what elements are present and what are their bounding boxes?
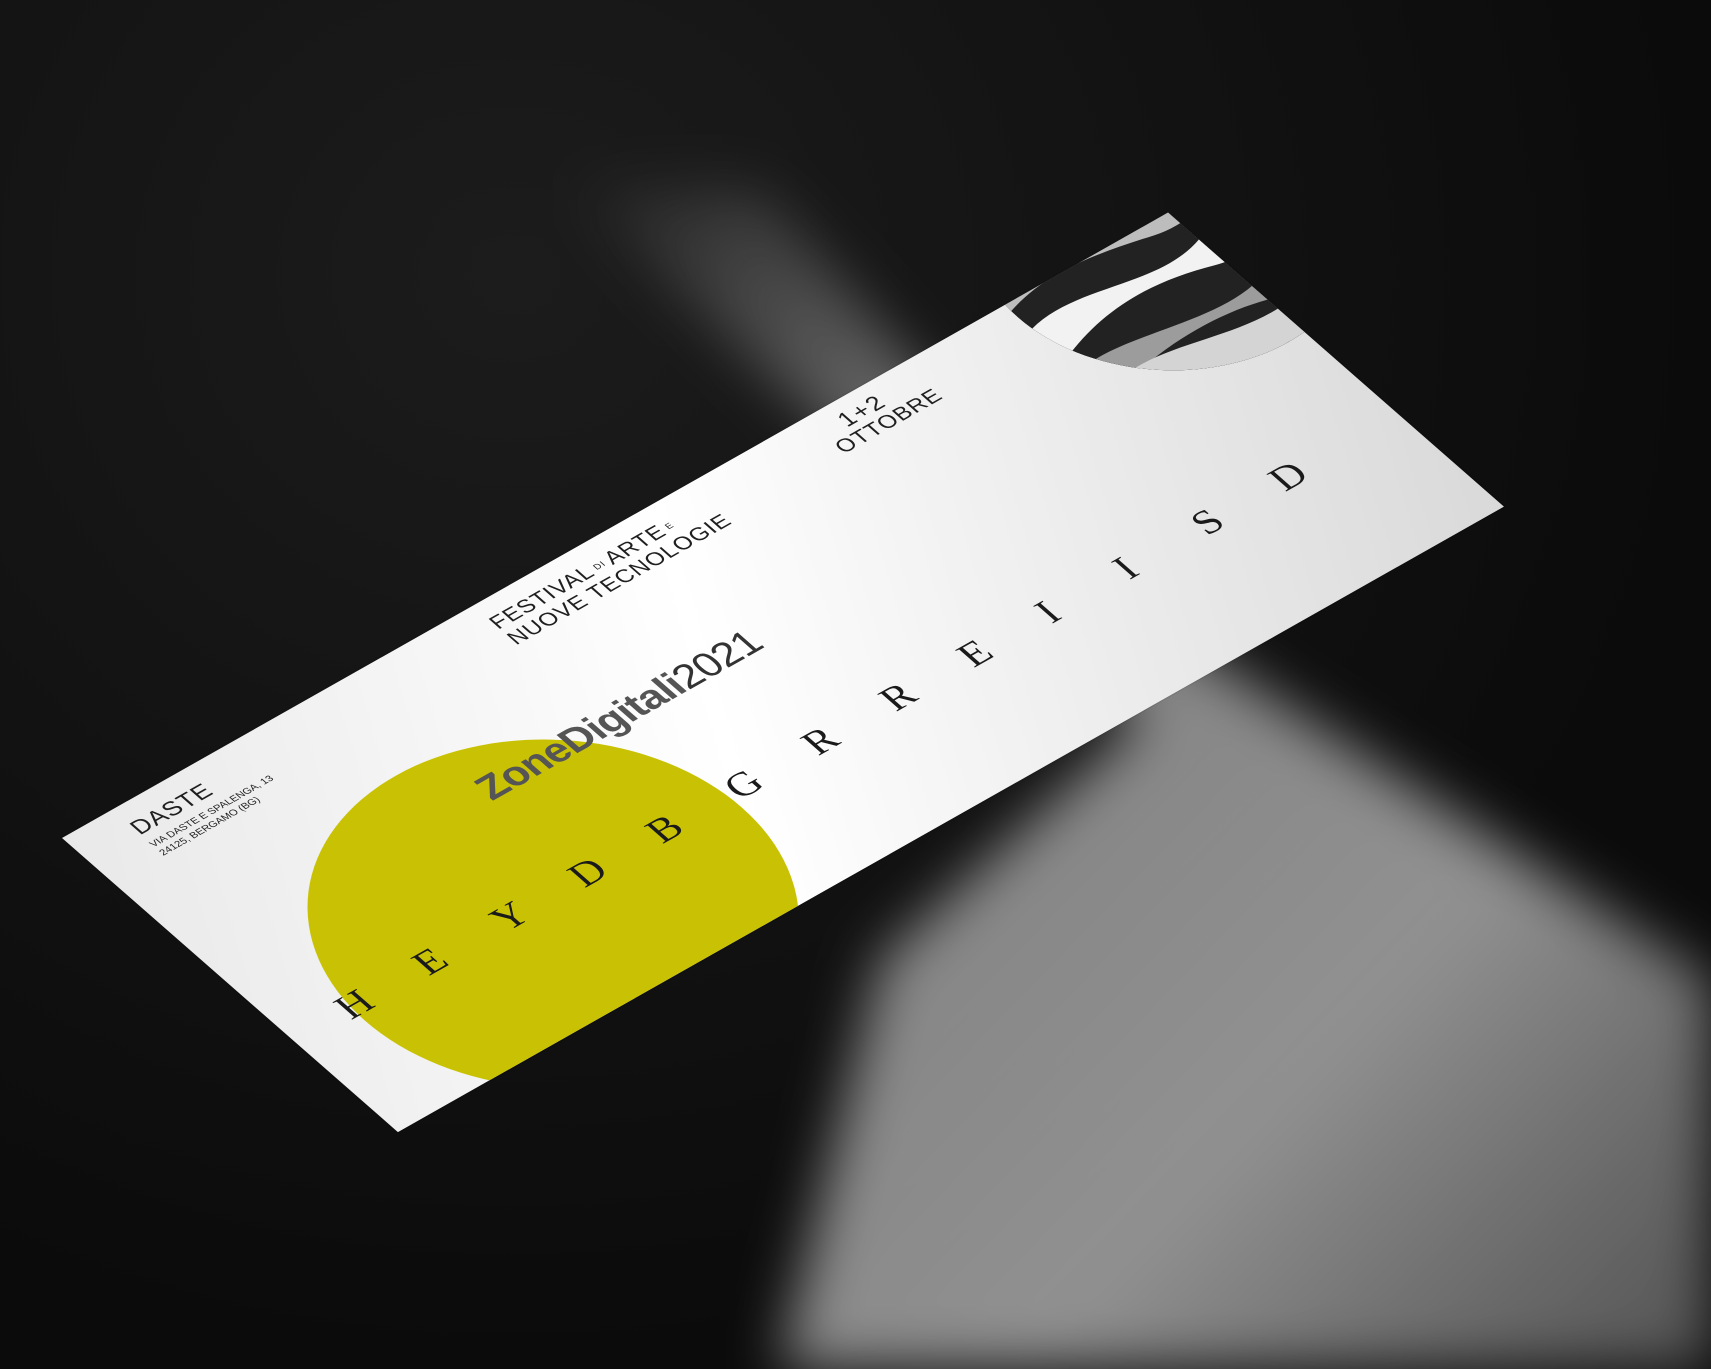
- headline-letter: E: [947, 632, 1003, 675]
- festival-di: DI: [591, 559, 609, 572]
- headline-letter: R: [869, 675, 927, 719]
- headline-letter: D: [1258, 453, 1318, 499]
- headline-letter: I: [1102, 549, 1149, 587]
- headline-letter: I: [1024, 593, 1071, 631]
- festival-e: E: [663, 521, 678, 532]
- headline-letter: S: [1180, 501, 1235, 543]
- headline-letter: R: [791, 719, 849, 763]
- ticket-scene: DASTE VIA DASTE E SPALENGA, 13 24125, BE…: [0, 0, 1711, 1369]
